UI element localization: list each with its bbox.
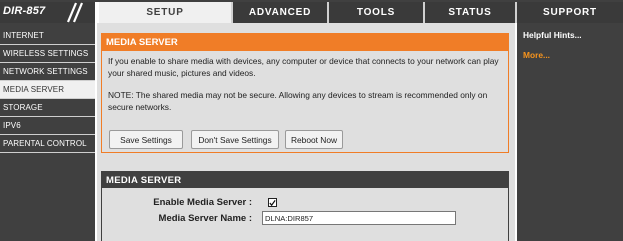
tab-status[interactable]: STATUS bbox=[423, 2, 515, 23]
reboot-now-button[interactable]: Reboot Now bbox=[285, 130, 343, 149]
support-panel: Helpful Hints... More... bbox=[515, 23, 623, 241]
enable-media-server-row: Enable Media Server : bbox=[102, 195, 510, 211]
sidebar-item-media-server[interactable]: MEDIA SERVER bbox=[0, 81, 95, 99]
sidebar-item-storage[interactable]: STORAGE bbox=[0, 99, 95, 117]
model-name: DIR-857 bbox=[3, 5, 46, 17]
sidebar-item-internet[interactable]: INTERNET bbox=[0, 27, 95, 45]
intro-title: MEDIA SERVER bbox=[102, 34, 508, 51]
tab-support[interactable]: SUPPORT bbox=[515, 2, 623, 23]
checkmark-icon bbox=[269, 199, 276, 206]
top-navigation: DIR-857 SETUP ADVANCED TOOLS STATUS SUPP… bbox=[0, 0, 623, 23]
media-server-title: MEDIA SERVER bbox=[102, 172, 508, 188]
save-settings-button[interactable]: Save Settings bbox=[109, 130, 183, 149]
sidebar-item-parental-control[interactable]: PARENTAL CONTROL bbox=[0, 135, 95, 153]
sidebar-item-ipv6[interactable]: IPV6 bbox=[0, 117, 95, 135]
enable-media-server-checkbox[interactable] bbox=[268, 198, 277, 207]
media-server-name-label: Media Server Name : bbox=[158, 213, 252, 224]
enable-media-server-label: Enable Media Server : bbox=[153, 197, 252, 208]
intro-section: MEDIA SERVER If you enable to share medi… bbox=[101, 33, 509, 153]
tab-setup[interactable]: SETUP bbox=[97, 2, 231, 23]
model-badge: DIR-857 bbox=[0, 2, 97, 23]
intro-note: NOTE: The shared media may not be secure… bbox=[108, 90, 488, 112]
helpful-hints-title: Helpful Hints... bbox=[523, 30, 582, 40]
sidebar: INTERNET WIRELESS SETTINGS NETWORK SETTI… bbox=[0, 23, 97, 241]
media-server-section: MEDIA SERVER Enable Media Server : Media… bbox=[101, 171, 509, 241]
slashes-logo-icon bbox=[66, 2, 84, 23]
media-server-name-row: Media Server Name : bbox=[102, 211, 510, 227]
main-content: MEDIA SERVER If you enable to share medi… bbox=[97, 23, 515, 241]
tab-tools[interactable]: TOOLS bbox=[327, 2, 423, 23]
media-server-name-input[interactable] bbox=[262, 211, 456, 225]
more-link[interactable]: More... bbox=[523, 50, 550, 60]
sidebar-item-wireless-settings[interactable]: WIRELESS SETTINGS bbox=[0, 45, 95, 63]
sidebar-item-network-settings[interactable]: NETWORK SETTINGS bbox=[0, 63, 95, 81]
intro-description: If you enable to share media with device… bbox=[108, 56, 499, 78]
tab-advanced[interactable]: ADVANCED bbox=[231, 2, 327, 23]
dont-save-settings-button[interactable]: Don't Save Settings bbox=[191, 130, 279, 149]
